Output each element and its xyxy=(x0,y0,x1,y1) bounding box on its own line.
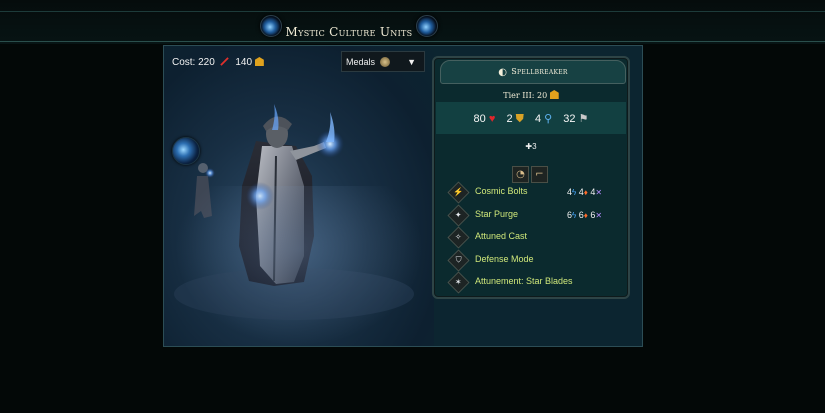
purge-icon: ✦ xyxy=(447,203,470,227)
cost-label: Cost: xyxy=(172,57,196,68)
unit-name: Spellbreaker xyxy=(511,67,568,76)
unit-traits: ◔ ⌐ xyxy=(512,162,552,183)
unit-portrait-scene: Cost: 220 140 Medals ▼ xyxy=(164,46,434,346)
ability-damage: 4ϟ 4♦ 4✕ xyxy=(567,187,603,197)
ability-name: Attuned Cast xyxy=(475,231,528,241)
heart-icon: ♥ xyxy=(488,113,496,125)
unit-panel: Cost: 220 140 Medals ▼ ◐ Spellbreaker Tie… xyxy=(163,45,643,347)
shield-icon: ⛊ xyxy=(515,113,524,125)
fire-damage-icon: ♦ xyxy=(583,210,588,220)
culture-orb-icon-left xyxy=(260,15,282,37)
bolts-icon: ⚡ xyxy=(447,181,470,204)
cost-production-value: 220 xyxy=(198,57,215,68)
unit-cost: Cost: 220 140 xyxy=(172,57,264,68)
stat-health: 80 ♥ xyxy=(474,113,496,125)
fire-damage-icon: ♦ xyxy=(583,188,588,197)
unit-culture-orb-icon[interactable] xyxy=(172,137,200,165)
stat-speed: 32 ⚑ xyxy=(563,113,588,125)
header-bar: Mystic Culture Units xyxy=(0,0,825,44)
production-icon xyxy=(219,57,229,68)
unit-name-header: ◐ Spellbreaker xyxy=(440,60,626,84)
unit-stats: 80 ♥ 2 ⛊ 4 ⚲ 32 ⚑ xyxy=(436,112,626,126)
movement-value: 4 xyxy=(534,113,542,125)
header-divider-top xyxy=(0,11,825,12)
ability-row[interactable]: ⛉ Defense Mode xyxy=(447,248,624,274)
blight-damage-icon: ϟ xyxy=(572,188,577,197)
defense-value: 2 xyxy=(506,113,513,125)
unit-stats-band: 80 ♥ 2 ⛊ 4 ⚲ 32 ⚑ xyxy=(436,102,626,134)
stat-movement: 4 ⚲ xyxy=(535,113,552,125)
gold-icon xyxy=(254,57,264,66)
extra-stat-value: 3 xyxy=(532,142,537,151)
header-divider-bottom xyxy=(0,41,825,42)
spellbreaker-class-icon: ◐ xyxy=(498,67,508,78)
ability-name: Attunement: Star Blades xyxy=(475,276,573,286)
ability-list: ⚡ Cosmic Bolts 4ϟ 4♦ 4✕ ✦ Star Purge 6ϟ … xyxy=(447,181,624,296)
boot-icon: ⚑ xyxy=(578,113,589,125)
medal-icon xyxy=(379,57,390,67)
cost-gold-value: 140 xyxy=(235,57,253,68)
blight-damage-icon: ϟ xyxy=(572,210,577,220)
tier-label: Tier III: 20 xyxy=(503,91,548,100)
ability-damage: 6ϟ 6♦ 6✕ xyxy=(567,209,603,220)
medals-dropdown[interactable]: Medals ▼ xyxy=(341,51,425,72)
ability-row[interactable]: ✧ Attuned Cast xyxy=(447,226,624,251)
health-value: 80 xyxy=(473,113,486,125)
dropdown-arrow-icon: ▼ xyxy=(407,57,416,67)
spellbreaker-trait-icon[interactable]: ◔ xyxy=(512,166,529,183)
stat-defense: 2 ⛊ xyxy=(506,113,523,125)
ability-name: Cosmic Bolts xyxy=(475,186,528,196)
cast-icon: ✧ xyxy=(447,226,470,249)
unit-tier: Tier III: 20 xyxy=(434,90,628,100)
ability-row[interactable]: ⚡ Cosmic Bolts 4ϟ 4♦ 4✕ xyxy=(447,181,624,206)
ability-row[interactable]: ✦ Star Purge 6ϟ 6♦ 6✕ xyxy=(447,203,624,229)
ability-row[interactable]: ✶ Attunement: Star Blades xyxy=(447,271,624,296)
shield-icon: ⛉ xyxy=(447,248,470,272)
medals-label: Medals xyxy=(346,57,376,67)
ability-name: Star Purge xyxy=(475,208,519,219)
movement-icon: ⚲ xyxy=(544,113,553,125)
boot-trait-icon[interactable]: ⌐ xyxy=(531,166,548,183)
ability-name: Defense Mode xyxy=(475,253,534,264)
arcane-damage-icon: ✕ xyxy=(595,188,603,197)
tier-gold-icon xyxy=(549,90,559,99)
unit-stat-card: ◐ Spellbreaker Tier III: 20 80 ♥ 2 ⛊ 4 ⚲ … xyxy=(432,56,630,299)
extra-stat: ✚3 xyxy=(434,142,628,151)
culture-orb-icon-right xyxy=(416,15,438,37)
speed-value: 32 xyxy=(563,113,576,125)
page-title: Mystic Culture Units xyxy=(285,25,413,39)
arcane-damage-icon: ✕ xyxy=(595,210,603,220)
blades-icon: ✶ xyxy=(447,271,470,294)
